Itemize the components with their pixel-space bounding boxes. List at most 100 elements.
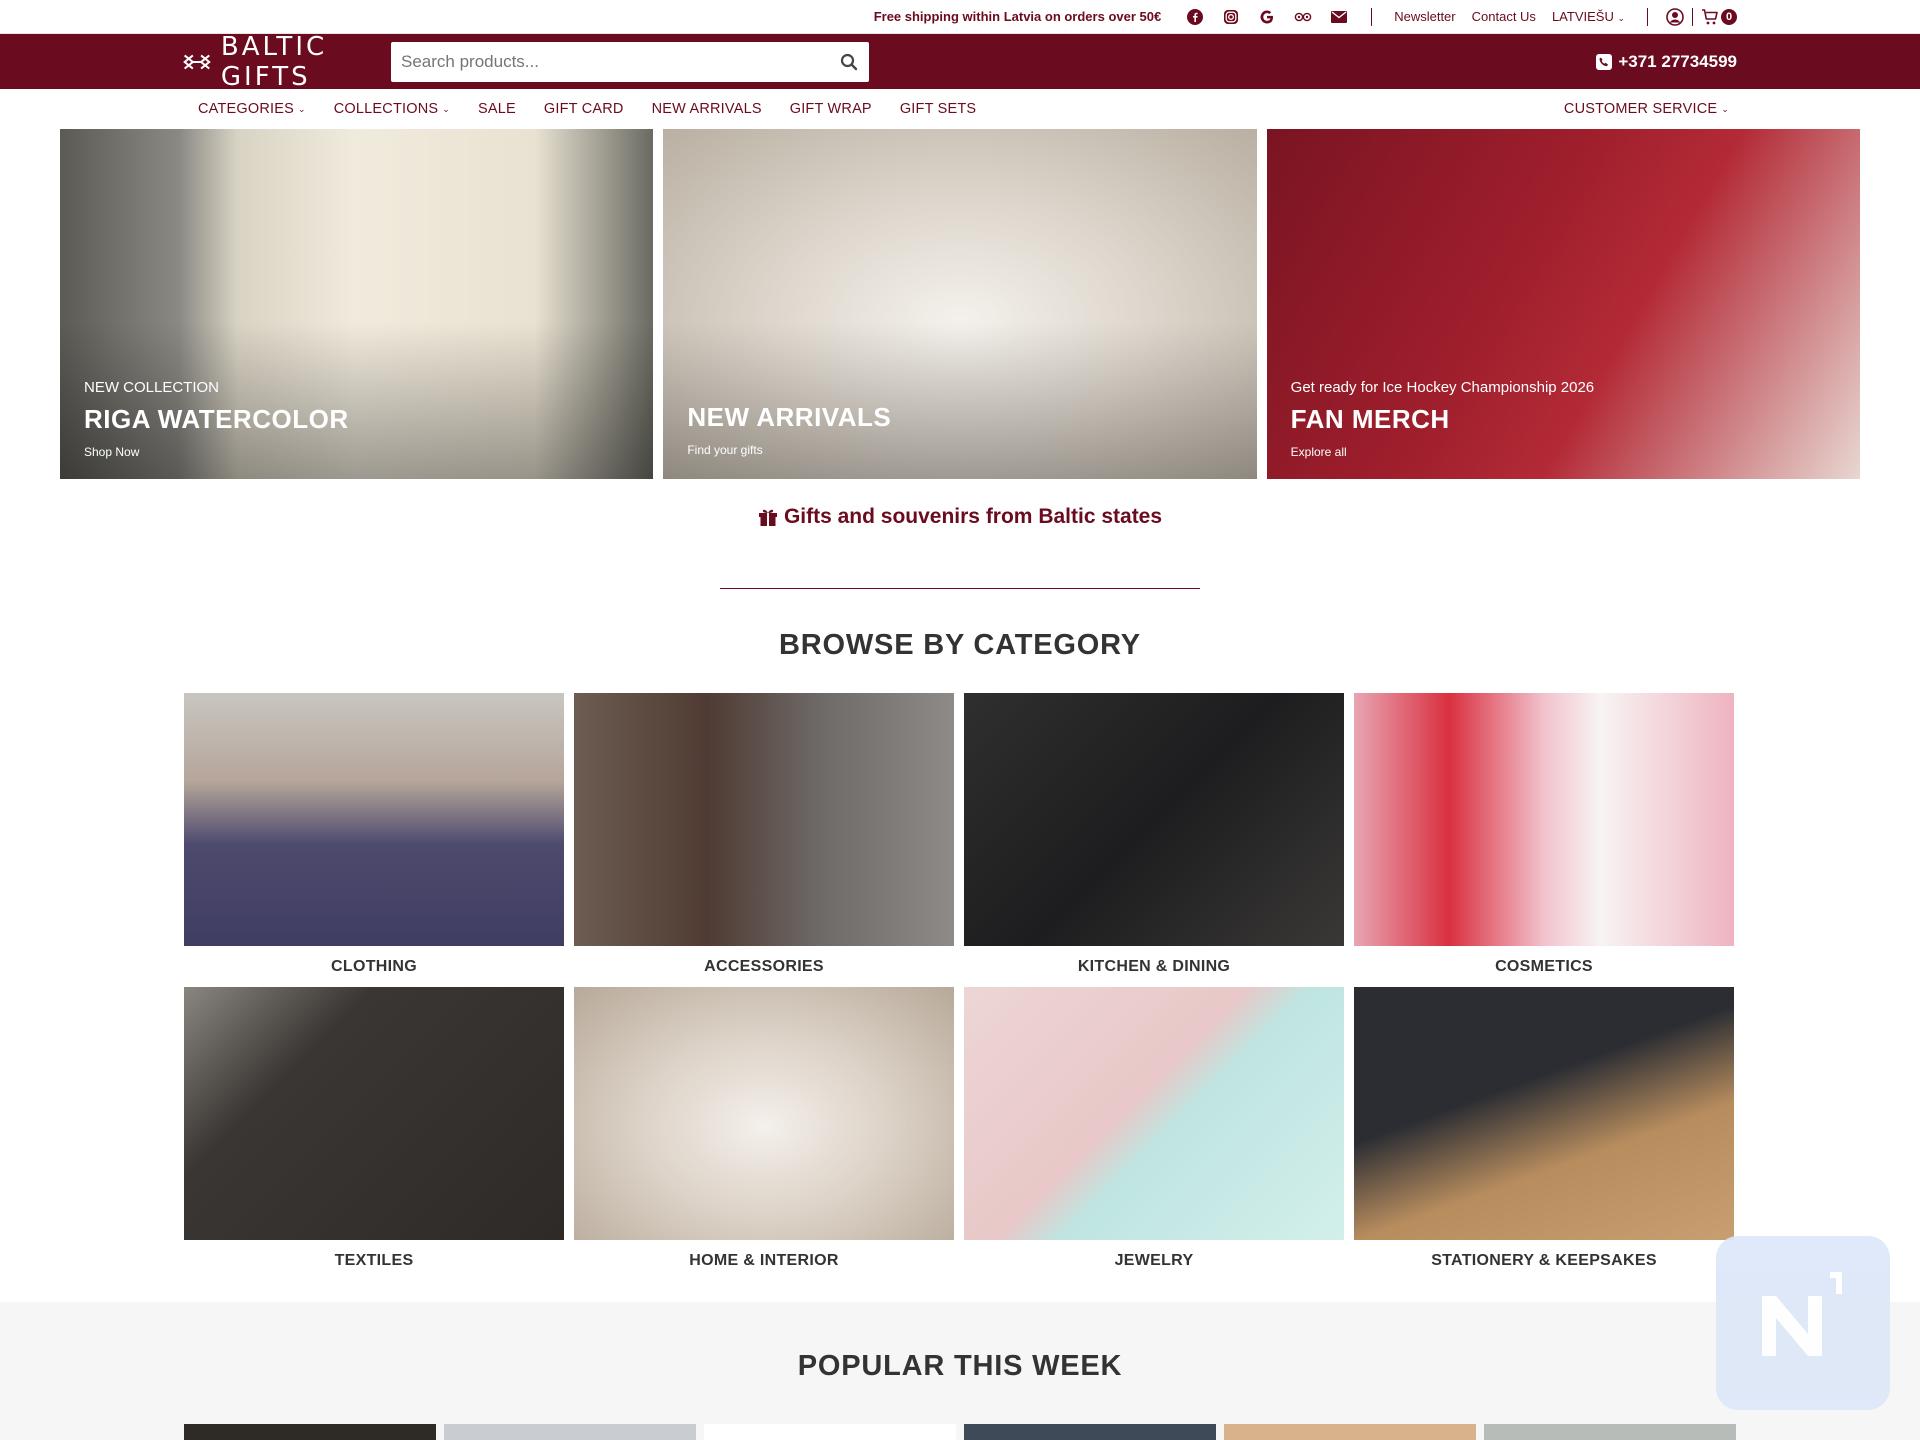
account-icon[interactable] bbox=[1666, 7, 1684, 26]
category-card-textiles[interactable]: TEXTILES bbox=[184, 987, 564, 1281]
tripadvisor-icon[interactable] bbox=[1294, 8, 1312, 26]
search-input[interactable] bbox=[401, 51, 839, 72]
hero-title: NEW ARRIVALS bbox=[687, 402, 892, 432]
language-selector[interactable]: LATVIEŠU ⌄ bbox=[1552, 9, 1625, 24]
category-image-kitchen-dining bbox=[964, 693, 1344, 946]
nav-label: CATEGORIES bbox=[198, 101, 294, 117]
nav-collections[interactable]: COLLECTIONS ⌄ bbox=[334, 101, 450, 117]
cart-count-badge: 0 bbox=[1721, 8, 1737, 25]
hero-text: NEW ARRIVALS Find your gifts bbox=[687, 379, 891, 457]
product-thumb[interactable] bbox=[1224, 1424, 1476, 1440]
popular-section: POPULAR THIS WEEK bbox=[0, 1302, 1920, 1440]
category-card-stationery-keepsakes[interactable]: STATIONERY & KEEPSAKES bbox=[1354, 987, 1734, 1281]
product-thumb[interactable] bbox=[704, 1424, 956, 1440]
category-image-accessories bbox=[574, 693, 954, 946]
nav-label: NEW ARRIVALS bbox=[651, 101, 762, 117]
shipping-notice-text: within Latvia on orders over 50€ bbox=[958, 9, 1162, 24]
category-image-stationery bbox=[1354, 987, 1734, 1240]
product-thumb[interactable] bbox=[184, 1424, 436, 1440]
divider bbox=[1647, 7, 1648, 26]
category-label: COSMETICS bbox=[1495, 958, 1593, 975]
hero-kicker: NEW COLLECTION bbox=[84, 379, 220, 396]
cart-icon[interactable]: 0 bbox=[1701, 8, 1737, 26]
nav-label: GIFT WRAP bbox=[789, 101, 872, 117]
nav-label: COLLECTIONS bbox=[333, 101, 439, 117]
hero-text: NEW COLLECTION RIGA WATERCOLOR Shop Now bbox=[84, 379, 349, 459]
nav-categories[interactable]: CATEGORIES ⌄ bbox=[198, 101, 306, 117]
top-utility-bar: Free shipping within Latvia on orders ov… bbox=[0, 0, 1920, 34]
nav-gift-sets[interactable]: GIFT SETS bbox=[900, 101, 976, 117]
hero-banners: NEW COLLECTION RIGA WATERCOLOR Shop Now … bbox=[0, 129, 1920, 479]
floating-widget-button[interactable] bbox=[1716, 1236, 1890, 1410]
main-header: BALTIC GIFTS +371 27734599 bbox=[0, 32, 1920, 92]
hero-text: Get ready for Ice Hockey Championship 20… bbox=[1291, 379, 1595, 459]
hero-banner-fan-merch[interactable]: Get ready for Ice Hockey Championship 20… bbox=[1266, 129, 1860, 479]
chevron-down-icon: ⌄ bbox=[1721, 103, 1729, 114]
search-bar bbox=[391, 41, 869, 82]
popular-heading: POPULAR THIS WEEK bbox=[797, 1350, 1123, 1382]
divider bbox=[1371, 7, 1373, 26]
shipping-notice-bold: Free shipping bbox=[873, 9, 959, 24]
category-label: TEXTILES bbox=[334, 1252, 414, 1269]
hero-title: RIGA WATERCOLOR bbox=[84, 404, 349, 434]
facebook-icon[interactable] bbox=[1186, 8, 1204, 26]
shipping-notice: Free shipping within Latvia on orders ov… bbox=[874, 9, 1162, 24]
main-navigation: CATEGORIES ⌄ COLLECTIONS ⌄ SALE GIFT CARD … bbox=[0, 89, 1920, 129]
email-icon[interactable] bbox=[1330, 8, 1348, 26]
product-thumb[interactable] bbox=[964, 1424, 1216, 1440]
language-label: LATVIEŠU bbox=[1551, 9, 1614, 24]
phone-number[interactable]: +371 27734599 bbox=[1596, 52, 1737, 72]
chevron-down-icon: ⌄ bbox=[298, 103, 306, 114]
nav-sale[interactable]: SALE bbox=[478, 101, 516, 117]
newsletter-link[interactable]: Newsletter bbox=[1394, 9, 1455, 24]
category-label: HOME & INTERIOR bbox=[689, 1252, 839, 1269]
section-divider bbox=[720, 588, 1200, 589]
category-card-jewelry[interactable]: JEWELRY bbox=[964, 987, 1344, 1281]
hero-cta[interactable]: Shop Now bbox=[84, 445, 349, 459]
hero-cta[interactable]: Explore all bbox=[1291, 445, 1595, 459]
category-card-accessories[interactable]: ACCESSORIES bbox=[574, 693, 954, 987]
category-card-clothing[interactable]: CLOTHING bbox=[184, 693, 564, 987]
instagram-icon[interactable] bbox=[1222, 8, 1240, 26]
search-icon[interactable] bbox=[839, 52, 859, 72]
gift-icon bbox=[758, 509, 777, 526]
contact-link[interactable]: Contact Us bbox=[1472, 9, 1536, 24]
widget-logo-icon bbox=[1762, 1272, 1842, 1356]
nav-customer-service[interactable]: CUSTOMER SERVICE ⌄ bbox=[1564, 101, 1729, 117]
category-label: KITCHEN & DINING bbox=[1077, 958, 1231, 975]
hero-banner-riga-watercolor[interactable]: NEW COLLECTION RIGA WATERCOLOR Shop Now bbox=[60, 129, 654, 479]
nav-new-arrivals[interactable]: NEW ARRIVALS bbox=[652, 101, 762, 117]
category-label: CLOTHING bbox=[331, 958, 417, 975]
nav-gift-card[interactable]: GIFT CARD bbox=[544, 101, 624, 117]
category-image-clothing bbox=[184, 693, 564, 946]
category-grid: CLOTHING ACCESSORIES KITCHEN & DINING CO… bbox=[0, 693, 1920, 1281]
category-image-jewelry bbox=[964, 987, 1344, 1240]
category-label: STATIONERY & KEEPSAKES bbox=[1431, 1252, 1657, 1269]
category-card-cosmetics[interactable]: COSMETICS bbox=[1354, 693, 1734, 987]
tagline-text: Gifts and souvenirs from Baltic states bbox=[783, 505, 1163, 528]
hero-cta[interactable]: Find your gifts bbox=[687, 443, 891, 457]
category-image-textiles bbox=[184, 987, 564, 1240]
google-icon[interactable] bbox=[1258, 8, 1276, 26]
nav-label: CUSTOMER SERVICE bbox=[1563, 101, 1718, 117]
product-thumb[interactable] bbox=[444, 1424, 696, 1440]
category-image-home-interior bbox=[574, 987, 954, 1240]
nav-label: GIFT SETS bbox=[899, 101, 977, 117]
hero-title: FAN MERCH bbox=[1290, 404, 1450, 434]
nav-label: GIFT CARD bbox=[543, 101, 624, 117]
chevron-down-icon: ⌄ bbox=[442, 103, 451, 114]
category-card-kitchen-dining[interactable]: KITCHEN & DINING bbox=[964, 693, 1344, 987]
phone-text: +371 27734599 bbox=[1618, 51, 1737, 71]
chevron-down-icon: ⌄ bbox=[1617, 13, 1625, 23]
category-image-cosmetics bbox=[1354, 693, 1734, 946]
logo-mark-icon bbox=[183, 54, 211, 69]
nav-label: SALE bbox=[478, 101, 516, 117]
category-card-home-interior[interactable]: HOME & INTERIOR bbox=[574, 987, 954, 1281]
hero-banner-new-arrivals[interactable]: NEW ARRIVALS Find your gifts bbox=[663, 129, 1257, 479]
site-logo[interactable]: BALTIC GIFTS bbox=[183, 32, 391, 92]
phone-icon bbox=[1596, 53, 1613, 70]
hero-kicker: Get ready for Ice Hockey Championship 20… bbox=[1290, 379, 1595, 396]
nav-gift-wrap[interactable]: GIFT WRAP bbox=[790, 101, 872, 117]
logo-text: BALTIC GIFTS bbox=[220, 31, 328, 92]
product-thumb[interactable] bbox=[1484, 1424, 1736, 1440]
